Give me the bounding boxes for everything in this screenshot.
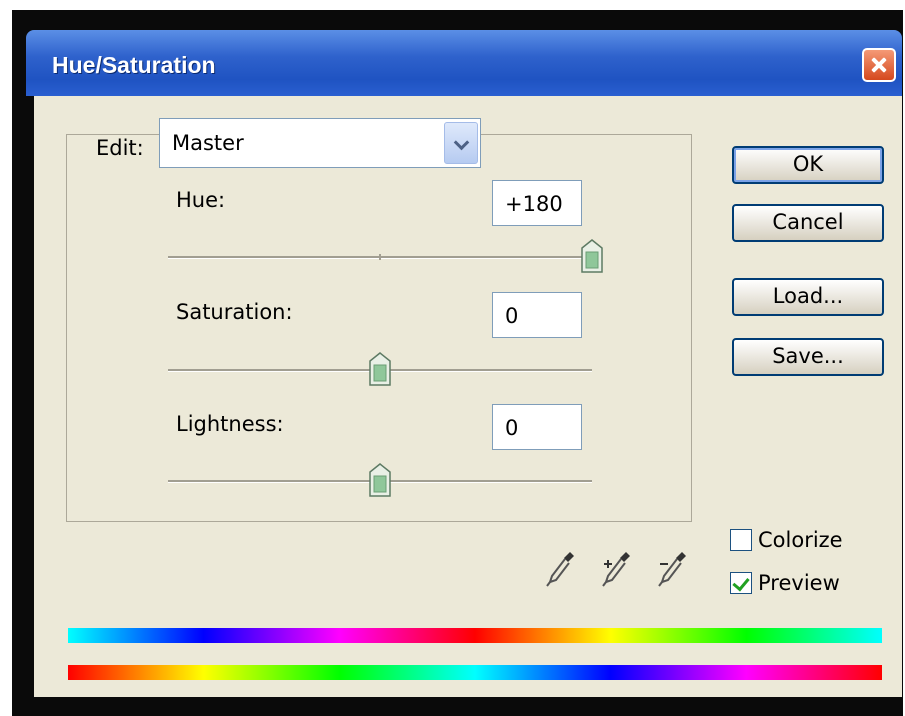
load-button[interactable]: Load... <box>732 278 884 316</box>
colorize-checkbox-box[interactable] <box>730 529 752 551</box>
window-title: Hue/Saturation <box>52 52 216 78</box>
eyedropper-plus-icon[interactable] <box>600 548 632 588</box>
colorize-label: Colorize <box>758 528 843 552</box>
hue-value: +180 <box>505 192 563 216</box>
saturation-input[interactable]: 0 <box>492 292 582 338</box>
preview-label: Preview <box>758 571 840 595</box>
edit-dropdown-value: Master <box>172 131 244 155</box>
preview-checkbox-box[interactable] <box>730 572 752 594</box>
hue-center-tick <box>379 254 381 260</box>
lightness-label: Lightness: <box>176 412 284 436</box>
edit-label: Edit: <box>92 136 148 160</box>
chevron-down-icon[interactable] <box>444 122 478 164</box>
output-color-spectrum[interactable] <box>68 665 882 680</box>
dialog-body: Edit: Master Hue: +180 Saturation: 0 Lig… <box>34 96 902 697</box>
cancel-button[interactable]: Cancel <box>732 204 884 242</box>
lightness-value: 0 <box>505 416 519 440</box>
title-bar[interactable]: Hue/Saturation <box>26 30 902 96</box>
save-button[interactable]: Save... <box>732 338 884 376</box>
hue-label: Hue: <box>176 188 226 212</box>
lightness-input[interactable]: 0 <box>492 404 582 450</box>
hue-slider-track[interactable] <box>168 254 592 260</box>
saturation-slider-thumb[interactable] <box>369 352 391 386</box>
dialog-frame: Hue/Saturation Edit: Master Hue: +180 Sa… <box>12 10 903 716</box>
edit-dropdown[interactable]: Master <box>159 118 481 168</box>
saturation-label: Saturation: <box>176 300 293 324</box>
lightness-slider-thumb[interactable] <box>369 463 391 497</box>
hue-input[interactable]: +180 <box>492 180 582 226</box>
hue-slider-thumb[interactable] <box>581 239 603 273</box>
eyedropper-icon[interactable] <box>544 548 576 588</box>
checkmark-icon <box>732 573 750 592</box>
saturation-value: 0 <box>505 304 519 328</box>
close-button[interactable] <box>862 48 896 82</box>
input-color-spectrum <box>68 628 882 643</box>
eyedropper-minus-icon[interactable] <box>656 548 688 588</box>
ok-button[interactable]: OK <box>732 146 884 184</box>
